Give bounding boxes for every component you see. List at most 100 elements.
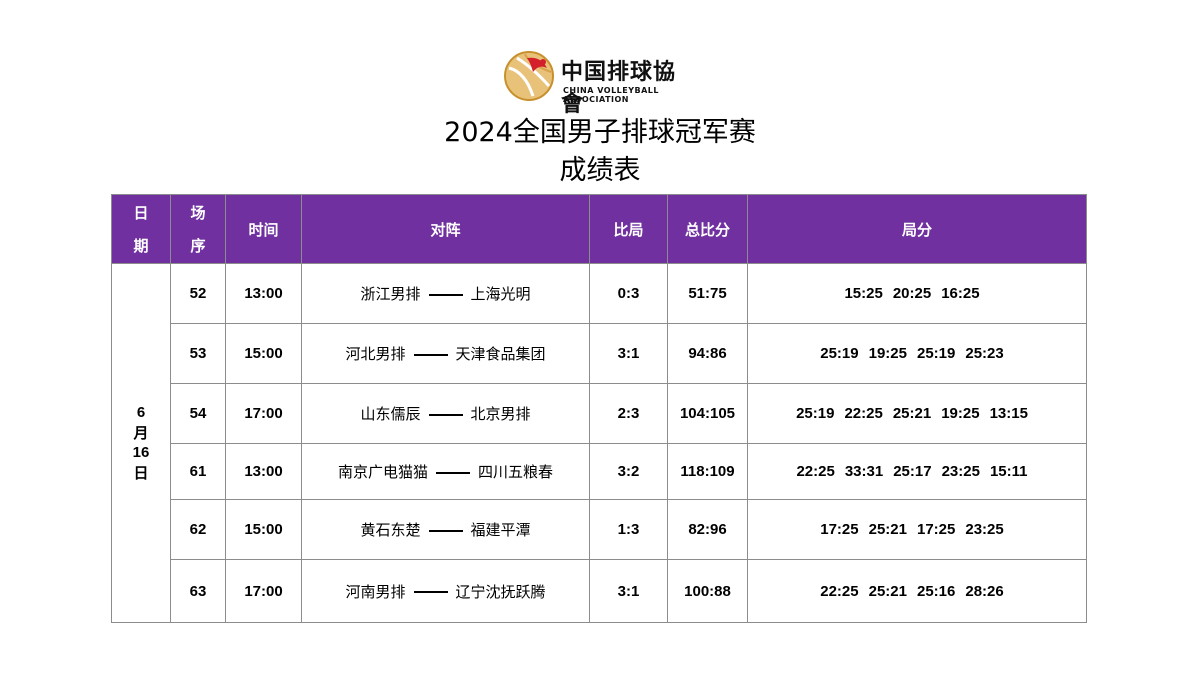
match-time: 17:00: [225, 383, 302, 444]
results-table: 日期 场序 时间 对阵 比局 总比分 局分 6 月 16 日 52 13:00 浙江男排 上海…: [111, 194, 1087, 623]
logo-english-text: CHINA VOLLEYBALL ASSOCIATION: [563, 86, 660, 104]
set-score: 25:19: [796, 405, 835, 422]
match-time: 13:00: [225, 263, 302, 324]
match-number: 62: [170, 499, 226, 560]
sets-result: 3:2: [589, 443, 668, 500]
set-score: 19:25: [868, 345, 907, 362]
set-score: 25:21: [868, 521, 907, 538]
header-total: 总比分: [667, 194, 748, 264]
total-points: 51:75: [667, 263, 748, 324]
match-time: 15:00: [225, 323, 302, 384]
set-score: 17:25: [820, 521, 859, 538]
total-points: 82:96: [667, 499, 748, 560]
total-points: 104:105: [667, 383, 748, 444]
away-team: 上海光明: [470, 285, 531, 303]
header-sets: 比局: [589, 194, 668, 264]
set-score: 13:15: [989, 405, 1028, 422]
home-team: 浙江男排: [360, 285, 421, 303]
set-score: 19:25: [941, 405, 980, 422]
set-score: 25:21: [892, 405, 932, 422]
set-score: 25:19: [820, 345, 859, 362]
page-title: 2024全国男子排球冠军赛: [444, 117, 756, 148]
sets-result: 1:3: [589, 499, 668, 560]
match-time: 15:00: [225, 499, 302, 560]
set-score: 20:25: [892, 285, 932, 302]
table-row: 6 月 16 日 52 13:00 浙江男排 上海光明 0:3 51:75 15:25 20:25 16…: [111, 263, 1087, 623]
set-score: 23:25: [965, 521, 1004, 538]
set-scores: 25:19 22:25 25:21 19:25 13:15: [747, 383, 1087, 444]
away-team: 四川五粮春: [478, 463, 554, 481]
header-set-scores: 局分: [747, 194, 1087, 264]
set-score: 22:25: [796, 463, 835, 480]
versus-dash: [428, 293, 463, 296]
home-team: 南京广电猫猫: [337, 463, 428, 481]
away-team: 天津食品集团: [455, 345, 546, 363]
set-score: 15:25: [844, 285, 883, 302]
versus-dash: [428, 529, 463, 532]
header-time: 时间: [225, 194, 302, 264]
set-score: 25:19: [917, 345, 956, 362]
matchup: 河南男排 辽宁沈抚跃腾: [301, 559, 590, 623]
matchup: 黄石东楚 福建平潭: [301, 499, 590, 560]
set-scores: 22:25 33:31 25:17 23:25 15:11: [747, 443, 1087, 500]
match-number: 63: [170, 559, 226, 623]
away-team: 北京男排: [470, 405, 531, 423]
set-score: 16:25: [941, 285, 980, 302]
matchup: 浙江男排 上海光明: [301, 263, 590, 324]
header-match-number: 场序: [170, 194, 226, 264]
matchup: 南京广电猫猫 四川五粮春: [301, 443, 590, 500]
set-scores: 17:25 25:21 17:25 23:25: [747, 499, 1087, 560]
sets-result: 3:1: [589, 323, 668, 384]
versus-dash: [428, 413, 463, 416]
page-subtitle: 成绩表: [559, 155, 641, 186]
versus-dash: [413, 353, 448, 356]
match-number: 52: [170, 263, 226, 324]
set-score: 25:23: [965, 345, 1004, 362]
home-team: 黄石东楚: [360, 521, 421, 539]
header-date: 日期: [111, 194, 171, 264]
home-team: 河北男排: [345, 345, 406, 363]
sets-result: 3:1: [589, 559, 668, 623]
match-number: 61: [170, 443, 226, 500]
set-score: 22:25: [844, 405, 883, 422]
sets-result: 0:3: [589, 263, 668, 324]
table-row: 63 17:00 河南男排 辽宁沈抚跃腾 3:1 100:88 22:25 25:21 25:1…: [112, 559, 1087, 623]
set-scores: 22:25 25:21 25:16 28:26: [747, 559, 1087, 623]
table-row: 61 13:00 南京广电猫猫 四川五粮春 3:2 118:109 22:25 33:31 25…: [112, 443, 1087, 500]
total-points: 100:88: [667, 559, 748, 623]
set-scores: 15:25 20:25 16:25: [747, 263, 1087, 324]
set-scores: 25:19 19:25 25:19 25:23: [747, 323, 1087, 384]
away-team: 辽宁沈抚跃腾: [455, 582, 546, 601]
association-logo: 中国排球協會 CHINA VOLLEYBALL ASSOCIATION: [503, 50, 693, 117]
sets-result: 2:3: [589, 383, 668, 444]
header-matchup: 对阵: [301, 194, 590, 264]
set-score: 25:21: [868, 582, 907, 600]
set-score: 25:17: [893, 463, 932, 480]
volleyball-logo-icon: [504, 51, 554, 101]
set-score: 15:11: [989, 463, 1028, 480]
match-number: 54: [170, 383, 226, 444]
home-team: 山东儒辰: [360, 405, 421, 423]
versus-dash: [436, 471, 470, 474]
table-row: 54 17:00 山东儒辰 北京男排 2:3 104:105 25:19 22:25 25:21…: [112, 383, 1087, 444]
match-time: 13:00: [225, 443, 302, 500]
matchup: 山东儒辰 北京男排: [301, 383, 590, 444]
set-score: 28:26: [965, 582, 1004, 600]
table-row: 53 15:00 河北男排 天津食品集团 3:1 94:86 25:19 19:25 25:19…: [112, 323, 1087, 384]
set-score: 17:25: [917, 521, 956, 538]
versus-dash: [413, 591, 448, 593]
table-header-row: 日期 场序 时间 对阵 比局 总比分 局分: [111, 194, 1087, 264]
set-score: 25:16: [917, 582, 956, 600]
set-score: 23:25: [941, 463, 980, 480]
total-points: 94:86: [667, 323, 748, 384]
set-score: 33:31: [844, 463, 884, 480]
home-team: 河南男排: [345, 582, 406, 601]
total-points: 118:109: [667, 443, 748, 500]
matchup: 河北男排 天津食品集团: [301, 323, 590, 384]
set-score: 22:25: [820, 582, 859, 600]
date-cell: 6 月 16 日: [111, 263, 171, 623]
away-team: 福建平潭: [470, 521, 531, 539]
match-number: 53: [170, 323, 226, 384]
match-time: 17:00: [225, 559, 302, 623]
table-row: 62 15:00 黄石东楚 福建平潭 1:3 82:96 17:25 25:21 17:25 23…: [112, 499, 1087, 560]
